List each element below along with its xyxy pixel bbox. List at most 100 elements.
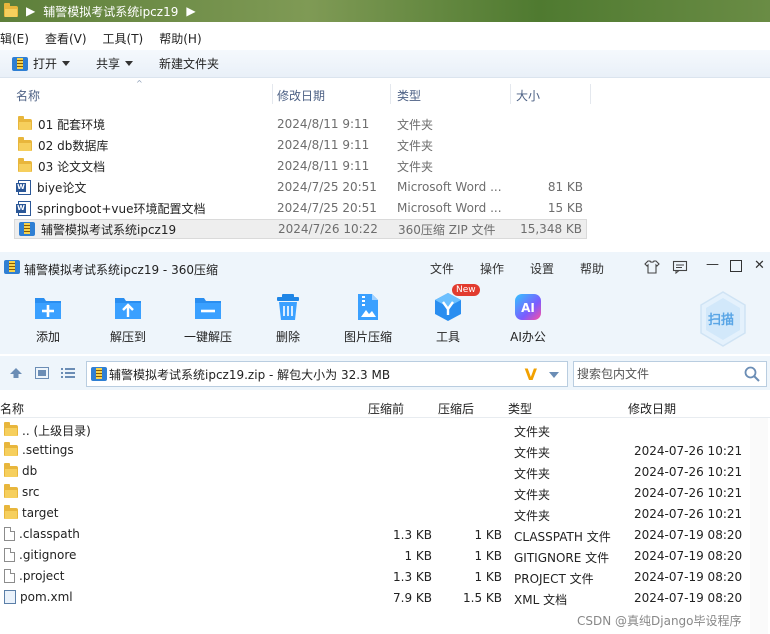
- address-bar[interactable]: ▶ 辅警模拟考试系统ipcz19 ▶: [0, 0, 770, 22]
- menu-tools[interactable]: 工具(T): [103, 30, 144, 47]
- xml-file-icon: [4, 590, 16, 604]
- file-row[interactable]: 01 配套环境 2024/8/11 9:11 文件夹: [14, 114, 587, 134]
- word-document-icon: [16, 200, 31, 216]
- folder-icon: [4, 422, 18, 436]
- menu-help[interactable]: 帮助: [580, 260, 604, 277]
- ai-office-icon: AI: [513, 292, 543, 322]
- chevron-down-icon: [62, 61, 71, 66]
- chevron-down-icon[interactable]: [549, 372, 559, 378]
- archive-row[interactable]: .classpath 1.3 KB 1 KB CLASSPATH 文件 2024…: [0, 525, 750, 546]
- folder-icon: [18, 157, 32, 172]
- skin-icon[interactable]: [644, 260, 660, 278]
- search-field[interactable]: [573, 361, 767, 387]
- word-document-icon: [16, 179, 31, 195]
- add-icon: [33, 292, 63, 322]
- column-size[interactable]: 大小: [516, 87, 540, 104]
- one-click-extract-button[interactable]: 一键解压: [173, 292, 243, 345]
- column-name[interactable]: 名称: [0, 400, 24, 417]
- open-button[interactable]: 打开: [12, 55, 71, 72]
- maximize-icon[interactable]: [730, 260, 742, 276]
- column-divider[interactable]: [272, 84, 273, 104]
- command-bar: 打开 共享 新建文件夹: [0, 50, 770, 78]
- title-bar[interactable]: 辅警模拟考试系统ipcz19 - 360压缩 文件 操作 设置 帮助 — ✕: [0, 252, 770, 284]
- archive-row[interactable]: src 文件夹 2024-07-26 10:21: [0, 483, 750, 504]
- menu-edit[interactable]: 辑(E): [0, 30, 29, 47]
- thumbnail-view-icon[interactable]: [35, 367, 49, 382]
- archive-row[interactable]: db 文件夹 2024-07-26 10:21: [0, 462, 750, 483]
- extract-to-button[interactable]: 解压到: [93, 292, 163, 345]
- archive-path-field[interactable]: 辅警模拟考试系统ipcz19.zip - 解包大小为 32.3 MB V: [86, 361, 568, 387]
- sort-arrow-icon: ^: [136, 79, 143, 88]
- file-row[interactable]: biye论文 2024/7/25 20:51 Microsoft Word ..…: [14, 177, 587, 197]
- ai-text: AI: [521, 301, 535, 315]
- menu-bar: 辑(E) 查看(V) 工具(T) 帮助(H): [0, 28, 770, 48]
- image-compress-icon: [353, 292, 383, 322]
- vertical-scrollbar[interactable]: [750, 418, 768, 634]
- file-icon: [4, 548, 15, 562]
- screen: ▶ 辅警模拟考试系统ipcz19 ▶ 辑(E) 查看(V) 工具(T) 帮助(H…: [0, 0, 770, 634]
- folder-icon: [18, 136, 32, 151]
- archive-row[interactable]: pom.xml 7.9 KB 1.5 KB XML 文档 2024-07-19 …: [0, 588, 750, 609]
- window-title: 辅警模拟考试系统ipcz19 - 360压缩: [24, 263, 218, 277]
- list-view-icon[interactable]: [61, 367, 75, 382]
- archive-column-header: 名称 压缩前 压缩后 类型 修改日期: [0, 396, 770, 418]
- file-icon: [4, 569, 15, 583]
- v-logo-icon: V: [524, 365, 537, 384]
- feedback-icon[interactable]: [672, 260, 688, 278]
- breadcrumb-current[interactable]: 辅警模拟考试系统ipcz19: [43, 3, 178, 20]
- column-type[interactable]: 类型: [508, 400, 532, 417]
- column-divider[interactable]: [510, 84, 511, 104]
- column-divider[interactable]: [590, 84, 591, 104]
- search-input[interactable]: [574, 362, 738, 386]
- file-icon: [4, 527, 15, 541]
- add-button[interactable]: 添加: [13, 292, 83, 345]
- ai-office-button[interactable]: AI AI办公: [493, 292, 563, 345]
- menu-file[interactable]: 文件: [430, 260, 454, 277]
- file-row[interactable]: 02 db数据库 2024/8/11 9:11 文件夹: [14, 135, 587, 155]
- archive-row[interactable]: .project 1.3 KB 1 KB PROJECT 文件 2024-07-…: [0, 567, 750, 588]
- column-compressed-before[interactable]: 压缩前: [368, 400, 404, 417]
- scan-button[interactable]: 扫描: [698, 290, 748, 347]
- column-date[interactable]: 修改日期: [628, 400, 676, 417]
- archive-row[interactable]: .. (上级目录) 文件夹: [0, 420, 750, 441]
- folder-icon: [4, 504, 18, 519]
- archive-path-text: 辅警模拟考试系统ipcz19.zip - 解包大小为 32.3 MB: [109, 367, 391, 382]
- search-icon[interactable]: [744, 366, 760, 385]
- menu-settings[interactable]: 设置: [530, 260, 554, 277]
- close-icon[interactable]: ✕: [754, 258, 765, 273]
- file-explorer-window: ▶ 辅警模拟考试系统ipcz19 ▶ 辑(E) 查看(V) 工具(T) 帮助(H…: [0, 0, 770, 250]
- menu-help[interactable]: 帮助(H): [159, 30, 201, 47]
- delete-button[interactable]: 删除: [253, 292, 323, 345]
- archive-row[interactable]: .settings 文件夹 2024-07-26 10:21: [0, 441, 750, 462]
- column-date[interactable]: 修改日期: [277, 87, 325, 104]
- column-name[interactable]: 名称: [16, 87, 40, 104]
- file-row-selected[interactable]: 辅警模拟考试系统ipcz19 2024/7/26 10:22 360压缩 ZIP…: [14, 219, 587, 239]
- folder-icon: [4, 441, 18, 456]
- file-row[interactable]: springboot+vue环境配置文档 2024/7/25 20:51 Mic…: [14, 198, 587, 218]
- chevron-down-icon: [125, 61, 134, 66]
- breadcrumb-arrow-icon[interactable]: ▶: [26, 4, 35, 18]
- column-compressed-after[interactable]: 压缩后: [438, 400, 474, 417]
- image-compress-button[interactable]: 图片压缩: [333, 292, 403, 345]
- breadcrumb-arrow-icon[interactable]: ▶: [186, 4, 195, 18]
- menu-operation[interactable]: 操作: [480, 260, 504, 277]
- column-divider[interactable]: [390, 84, 391, 104]
- up-level-icon[interactable]: [9, 367, 23, 382]
- tools-icon: [433, 292, 463, 322]
- minimize-icon[interactable]: —: [706, 257, 719, 272]
- new-folder-button[interactable]: 新建文件夹: [159, 55, 219, 72]
- delete-icon: [273, 292, 303, 322]
- one-click-extract-icon: [193, 292, 223, 322]
- share-button[interactable]: 共享: [96, 55, 134, 72]
- archive-row[interactable]: target 文件夹 2024-07-26 10:21: [0, 504, 750, 525]
- zip-icon: [91, 367, 107, 381]
- file-row[interactable]: 03 论文文档 2024/8/11 9:11 文件夹: [14, 156, 587, 176]
- folder-icon: [4, 2, 18, 17]
- watermark: CSDN @真纯Django毕设程序: [577, 614, 742, 628]
- tools-button[interactable]: 工具: [413, 292, 483, 345]
- column-type[interactable]: 类型: [397, 87, 421, 104]
- zip-icon: [19, 222, 35, 236]
- archive-row[interactable]: .gitignore 1 KB 1 KB GITIGNORE 文件 2024-0…: [0, 546, 750, 567]
- folder-icon: [18, 115, 32, 130]
- menu-view[interactable]: 查看(V): [45, 30, 87, 47]
